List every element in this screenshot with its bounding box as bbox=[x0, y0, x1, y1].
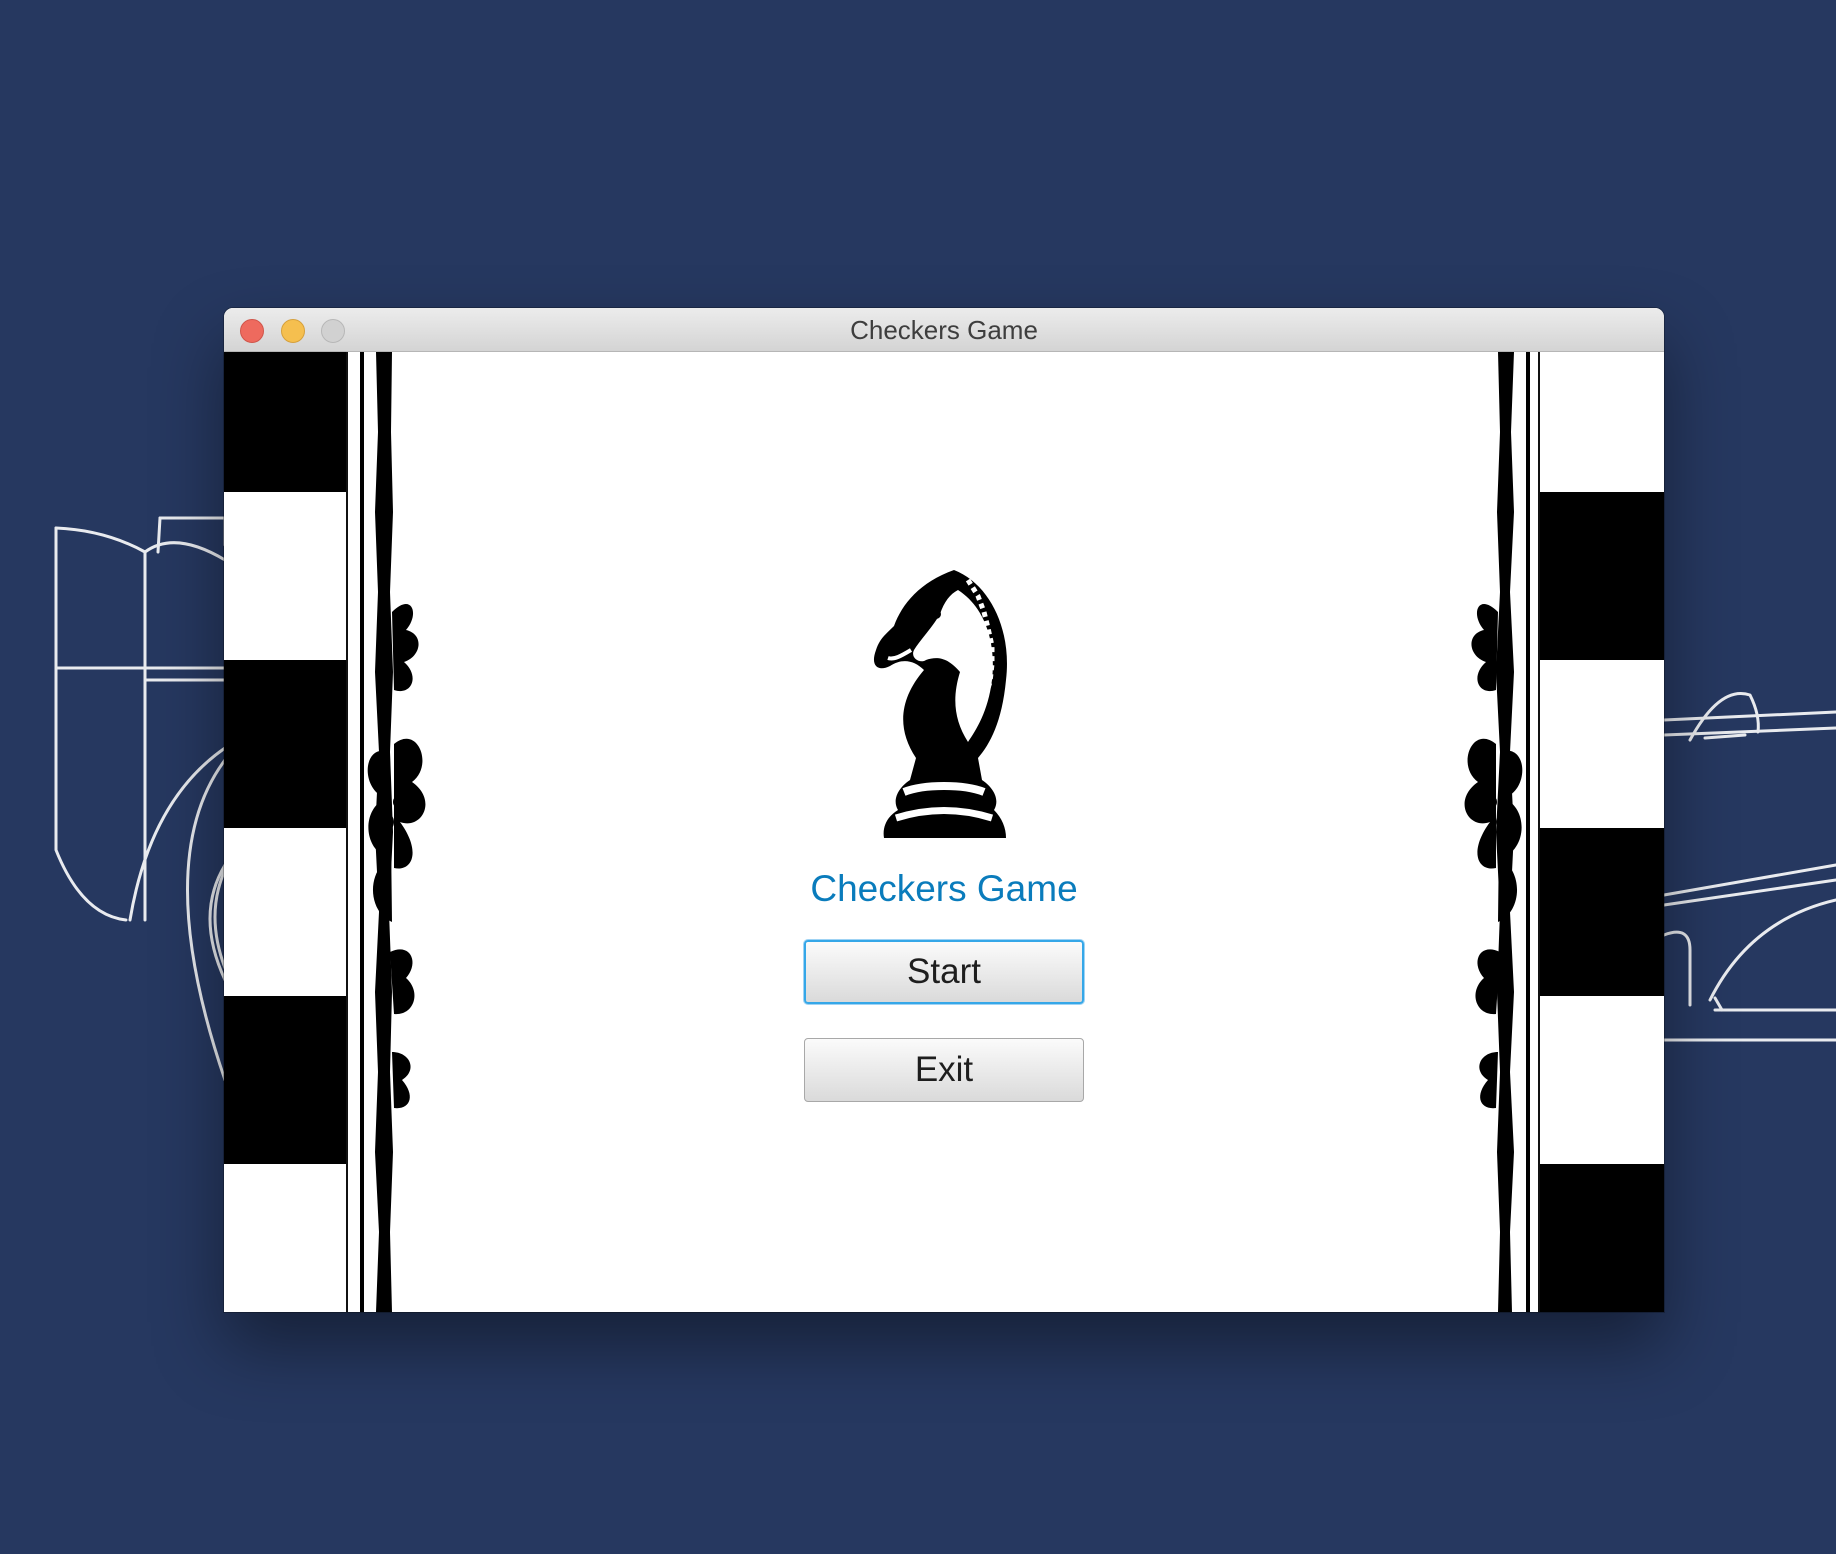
window-title: Checkers Game bbox=[850, 315, 1038, 345]
left-frame-line bbox=[346, 352, 348, 1312]
start-button[interactable]: Start bbox=[804, 940, 1084, 1004]
start-screen: Checkers Game Start Exit bbox=[224, 352, 1664, 1312]
checker-square bbox=[1540, 660, 1664, 828]
left-ornamental-border-icon bbox=[360, 352, 426, 1312]
checker-square bbox=[1540, 1164, 1664, 1312]
right-ornamental-border-icon bbox=[1464, 352, 1530, 1312]
checker-square bbox=[1540, 492, 1664, 660]
checker-square bbox=[224, 828, 348, 996]
checker-square bbox=[1540, 352, 1664, 492]
checker-square bbox=[224, 996, 348, 1164]
game-title: Checkers Game bbox=[810, 868, 1078, 909]
checker-square bbox=[1540, 828, 1664, 996]
knight-chess-piece-icon bbox=[866, 562, 1022, 844]
app-window: Checkers Game Checkers Game Start Exit bbox=[224, 308, 1664, 1312]
right-checker-border bbox=[1540, 352, 1664, 1312]
exit-button[interactable]: Exit bbox=[804, 1038, 1084, 1102]
left-checker-border bbox=[224, 352, 348, 1312]
checker-square bbox=[224, 1164, 348, 1312]
checker-square bbox=[224, 660, 348, 828]
checker-square bbox=[224, 492, 348, 660]
checker-square bbox=[224, 352, 348, 492]
window-titlebar: Checkers Game bbox=[224, 308, 1664, 352]
checker-square bbox=[1540, 996, 1664, 1164]
